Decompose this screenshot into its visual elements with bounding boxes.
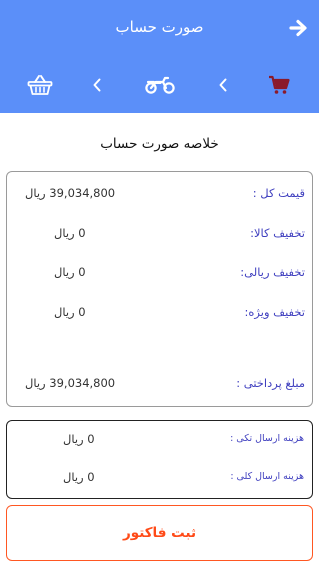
row-label: قیمت کل : [252,186,305,200]
chevron-left-icon [93,78,101,92]
row-payable-amount: مبلغ پرداختی : 39,034,800 ریال [7,372,312,394]
row-value: 0 ریال [54,265,86,279]
row-special-discount: تخفیف ویژه: 0 ریال [7,301,312,323]
row-label: هزینه ارسال تکی : [230,433,304,444]
basket-icon [27,75,53,95]
row-value: 0 ریال [54,305,86,319]
cart-icon [269,75,290,94]
row-value: 0 ریال [54,226,86,240]
row-value: 0 ریال [63,432,95,446]
summary-card: قیمت کل : 39,034,800 ریال تخفیف کالا: 0 … [6,171,313,407]
row-total-shipping: هزینه ارسال کلی : 0 ریال [7,466,312,488]
row-single-shipping: هزینه ارسال تکی : 0 ریال [7,428,312,450]
row-label: تخفیف ویژه: [244,305,305,319]
back-button[interactable] [287,16,311,40]
row-total-price: قیمت کل : 39,034,800 ریال [7,182,312,204]
page-title: صورت حساب [115,18,204,36]
summary-title: خلاصه صورت حساب [100,136,219,152]
row-label: مبلغ پرداختی : [236,376,305,390]
chevron-left-icon [219,78,227,92]
app-header: صورت حساب [0,0,319,113]
row-value: 0 ریال [63,470,95,484]
step-separator [89,68,105,102]
row-product-discount: تخفیف کالا: 0 ریال [7,222,312,244]
step-cart[interactable] [265,68,293,102]
arrow-right-icon [289,19,307,37]
motorcycle-icon [145,76,175,94]
invoice-screen: صورت حساب خلاصه صورت حساب قیمت کل: 39,0… [0,0,319,568]
row-label: هزینه ارسال کلی : [230,471,304,482]
row-value: 39,034,800 ریال [25,186,116,200]
step-separator [215,68,231,102]
row-value: 39,034,800 ریال [25,376,116,390]
checkout-steps [0,68,319,102]
row-rial-discount: تخفیف ریالی: 0 ریال [7,261,312,283]
shipping-card: هزینه ارسال تکی : 0 ریال هزینه ارسال کلی… [6,420,313,499]
submit-invoice-button[interactable]: ثبت فاکتور [6,505,313,561]
row-label: تخفیف ریالی: [240,265,305,279]
row-label: تخفیف کالا: [250,226,305,240]
step-delivery[interactable] [145,68,175,102]
step-basket[interactable] [26,68,54,102]
